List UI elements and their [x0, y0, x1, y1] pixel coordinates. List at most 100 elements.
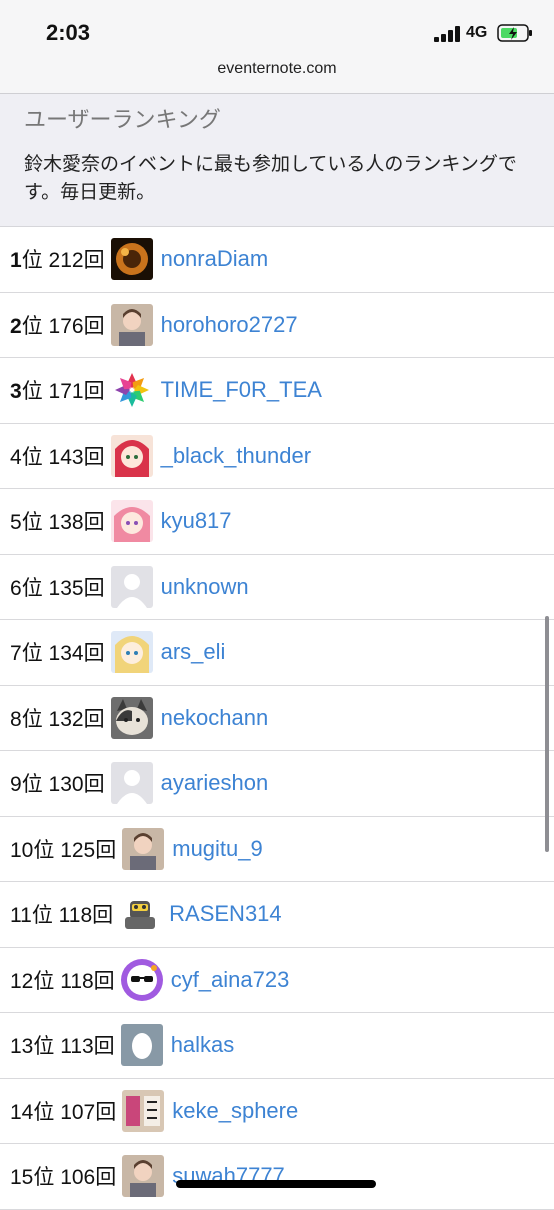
ranking-row: 1位 212回 nonraDiam — [0, 227, 554, 293]
ranking-row: 11位 118回 RASEN314 — [0, 882, 554, 948]
ranking-row: 14位 107回 keke_sphere — [0, 1079, 554, 1144]
text-avatar-icon[interactable] — [122, 1089, 165, 1132]
ranking-row: 8位 132回 nekochann — [0, 686, 554, 751]
user-link[interactable]: keke_sphere — [172, 1098, 298, 1124]
ranking-row: 2位 176回 horohoro2727 — [0, 293, 554, 358]
ranking-list: 1位 212回 nonraDiam 2位 176回 horohoro2727 3位 17… — [0, 227, 554, 1210]
rank-number: 4 — [10, 445, 22, 469]
attendance-count: 212回 — [48, 249, 105, 273]
rank-text: 9位 130回 — [10, 768, 105, 798]
ranking-row: 6位 135回 unknown — [0, 555, 554, 620]
rank-number: 15 — [10, 1166, 34, 1190]
rank-number: 11 — [10, 904, 32, 928]
rank-suffix: 位 — [21, 773, 43, 797]
attendance-count: 134回 — [48, 642, 105, 666]
rank-suffix: 位 — [33, 969, 55, 993]
rank-number: 8 — [10, 707, 22, 731]
attendance-count: 125回 — [60, 838, 117, 862]
rank-suffix: 位 — [21, 511, 43, 535]
rank-text: 4位 143回 — [10, 441, 105, 471]
default-avatar-icon[interactable] — [110, 565, 153, 608]
address-bar-url[interactable]: eventernote.com — [0, 60, 554, 78]
rank-suffix: 位 — [31, 904, 53, 928]
attendance-count: 118回 — [58, 904, 114, 928]
egg-avatar-icon[interactable] — [120, 1024, 163, 1067]
user-link[interactable]: cyf_aina723 — [171, 967, 290, 993]
attendance-count: 132回 — [48, 707, 105, 731]
anime-blonde-avatar-icon[interactable] — [110, 631, 153, 674]
rank-text: 12位 118回 — [10, 965, 115, 995]
user-link[interactable]: unknown — [161, 574, 249, 600]
rank-number: 5 — [10, 511, 22, 535]
scrollbar[interactable] — [545, 616, 549, 852]
rank-suffix: 位 — [33, 1166, 55, 1190]
robot-avatar-icon[interactable] — [119, 893, 162, 936]
cat-avatar-icon[interactable] — [110, 696, 153, 739]
rank-text: 2位 176回 — [10, 310, 105, 340]
user-link[interactable]: halkas — [171, 1032, 235, 1058]
default-avatar-icon[interactable] — [110, 762, 153, 805]
rank-text: 15位 106回 — [10, 1161, 116, 1191]
ranking-row: 7位 134回 ars_eli — [0, 620, 554, 686]
rank-number: 13 — [10, 1035, 34, 1059]
rank-number: 7 — [10, 642, 22, 666]
rank-number: 12 — [10, 969, 34, 993]
user-link[interactable]: ayarieshon — [161, 770, 269, 796]
rank-text: 7位 134回 — [10, 637, 105, 667]
rank-text: 13位 113回 — [10, 1030, 115, 1060]
attendance-count: 106回 — [60, 1166, 117, 1190]
user-link[interactable]: horohoro2727 — [161, 312, 298, 338]
attendance-count: 130回 — [48, 773, 105, 797]
flower-avatar-icon[interactable] — [110, 369, 153, 412]
photo-avatar-icon[interactable] — [122, 1155, 165, 1198]
user-link[interactable]: TIME_F0R_TEA — [161, 377, 322, 403]
browser-top-bar: 2:03 4G eventernote.com — [0, 0, 554, 94]
ranking-row: 4位 143回 _black_thunder — [0, 424, 554, 489]
anime-red-avatar-icon[interactable] — [110, 434, 153, 477]
rank-text: 11位 118回 — [10, 899, 113, 929]
rank-text: 8位 132回 — [10, 703, 105, 733]
rank-text: 6位 135回 — [10, 572, 105, 602]
user-link[interactable]: nonraDiam — [161, 246, 269, 272]
attendance-count: 135回 — [48, 576, 105, 600]
attendance-count: 171回 — [48, 380, 105, 404]
rank-number: 6 — [10, 576, 22, 600]
dark-orange-avatar-icon[interactable] — [110, 238, 153, 281]
attendance-count: 176回 — [48, 314, 105, 338]
rank-text: 14位 107回 — [10, 1096, 116, 1126]
rank-number: 14 — [10, 1100, 34, 1124]
page-title: ユーザーランキング — [24, 108, 221, 133]
home-indicator[interactable] — [176, 1180, 376, 1188]
page-description: 鈴木愛奈のイベントに最も参加している人のランキングです。毎日更新。 — [24, 153, 517, 203]
user-link[interactable]: RASEN314 — [169, 901, 282, 927]
attendance-count: 113回 — [60, 1035, 115, 1059]
status-time: 2:03 — [46, 20, 91, 45]
ranking-row: 3位 171回 TIME_F0R_TEA — [0, 358, 554, 424]
user-link[interactable]: ars_eli — [161, 639, 226, 665]
rank-text: 10位 125回 — [10, 834, 116, 864]
photo-avatar-icon[interactable] — [122, 827, 165, 870]
user-link[interactable]: kyu817 — [161, 508, 232, 534]
rank-suffix: 位 — [21, 380, 43, 404]
rank-suffix: 位 — [21, 707, 43, 731]
rank-suffix: 位 — [21, 445, 43, 469]
rank-number: 3 — [10, 380, 22, 404]
rank-text: 1位 212回 — [10, 244, 105, 274]
attendance-count: 138回 — [48, 511, 105, 535]
user-link[interactable]: mugitu_9 — [172, 836, 263, 862]
user-link[interactable]: nekochann — [161, 705, 269, 731]
ranking-header: ユーザーランキング 鈴木愛奈のイベントに最も参加している人のランキングです。毎日… — [0, 94, 554, 227]
attendance-count: 107回 — [60, 1100, 117, 1124]
ranking-row: 5位 138回 kyu817 — [0, 489, 554, 555]
rank-suffix: 位 — [21, 576, 43, 600]
anime-pink-avatar-icon[interactable] — [110, 500, 153, 543]
sunglasses-avatar-icon[interactable] — [120, 958, 163, 1001]
ranking-row: 13位 113回 halkas — [0, 1013, 554, 1079]
photo-avatar-icon[interactable] — [110, 303, 153, 346]
rank-suffix: 位 — [21, 249, 43, 273]
battery-icon — [497, 24, 532, 42]
rank-number: 9 — [10, 773, 22, 797]
rank-suffix: 位 — [21, 314, 43, 338]
user-link[interactable]: _black_thunder — [161, 443, 311, 469]
ranking-row: 12位 118回 cyf_aina723 — [0, 948, 554, 1013]
